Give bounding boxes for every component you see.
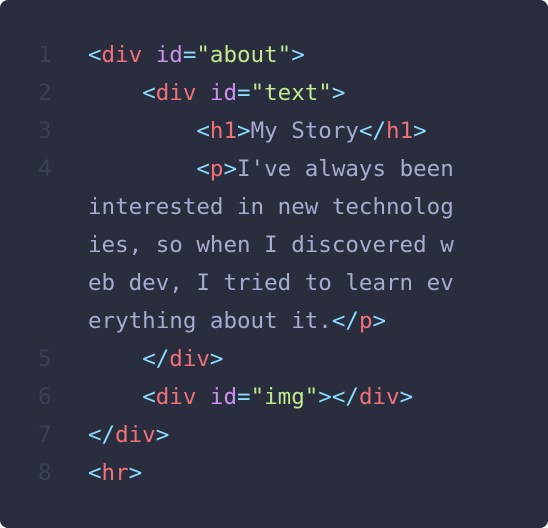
end-tag-close-bracket: > (399, 384, 414, 410)
end-tag-close-bracket: > (372, 308, 387, 334)
end-tag-name: div (169, 346, 210, 372)
attribute-name: id (209, 384, 238, 410)
code-line-5: 5 </div> (0, 340, 548, 378)
code-line-3: 3 <h1>My Story</h1> (0, 112, 548, 150)
line-content: </div> (88, 416, 548, 454)
paragraph-text-segment: erything about it. (88, 308, 332, 334)
line-content: <p>I've always been (88, 150, 548, 188)
code-line-4-wrap-3: eb dev, I tried to learn ev (0, 264, 548, 302)
code-line-4-wrap-2: ies, so when I discovered w (0, 226, 548, 264)
equals-sign: = (182, 42, 197, 68)
line-number: 1 (38, 42, 52, 68)
end-tag-open-bracket: </ (358, 118, 387, 144)
end-tag-open-bracket: </ (88, 422, 116, 448)
end-tag-close-bracket: > (413, 118, 427, 144)
attribute-value: "about" (196, 42, 292, 68)
end-tag-open-bracket: </ (331, 384, 359, 410)
end-tag-open-bracket: </ (331, 308, 359, 334)
tag-close-bracket: > (128, 460, 143, 486)
end-tag-close-bracket: > (209, 346, 224, 372)
tag-name: div (155, 80, 197, 106)
line-content: <h1>My Story</h1> (88, 112, 548, 150)
paragraph-text-segment: ies, so when I discovered w (88, 232, 454, 258)
code-line-4-wrap-4: erything about it.</p> (0, 302, 548, 340)
tag-close-bracket: > (291, 42, 305, 68)
line-number-blank (0, 226, 88, 264)
end-tag-name: p (358, 308, 373, 334)
line-number: 3 (38, 118, 52, 144)
code-line-6: 6 <div id="img"></div> (0, 378, 548, 416)
end-tag-name: div (115, 422, 156, 448)
element-text: My Story (250, 118, 359, 144)
end-tag-open-bracket: </ (142, 346, 170, 372)
line-number: 5 (38, 346, 52, 372)
line-content: </div> (88, 340, 548, 378)
line-number: 6 (38, 384, 52, 410)
code-line-7: 7 </div> (0, 416, 548, 454)
code-editor: 1 <div id="about"> 2 <div id="text"> 3 <… (0, 0, 548, 528)
line-content: <hr> (88, 454, 548, 492)
tag-close-bracket: > (223, 156, 238, 182)
end-tag-name: h1 (386, 118, 414, 144)
line-number: 4 (38, 156, 52, 182)
equals-sign: = (237, 80, 251, 106)
tag-open-bracket: < (88, 460, 102, 486)
tag-open-bracket: < (142, 80, 156, 106)
tag-open-bracket: < (142, 384, 156, 410)
attribute-name: id (155, 42, 183, 68)
code-line-8: 8 <hr> (0, 454, 548, 492)
line-number-blank (0, 264, 88, 302)
attribute-value: "img" (250, 384, 319, 410)
tag-open-bracket: < (196, 118, 210, 144)
end-tag-close-bracket: > (155, 422, 170, 448)
equals-sign: = (237, 384, 251, 410)
code-block: 1 <div id="about"> 2 <div id="text"> 3 <… (0, 36, 548, 492)
paragraph-text-segment: eb dev, I tried to learn ev (88, 270, 454, 296)
line-number: 2 (38, 80, 52, 106)
tag-open-bracket: < (88, 42, 102, 68)
paragraph-text-segment: interested in new technolog (88, 194, 454, 220)
attribute-name: id (209, 80, 238, 106)
line-content: erything about it.</p> (88, 302, 548, 340)
end-tag-name: div (358, 384, 400, 410)
tag-name: hr (101, 460, 129, 486)
code-line-2: 2 <div id="text"> (0, 74, 548, 112)
line-content: <div id="img"></div> (88, 378, 548, 416)
paragraph-text-segment: I've always been (237, 156, 454, 182)
line-content: <div id="about"> (88, 36, 548, 74)
tag-close-bracket: > (318, 384, 332, 410)
code-line-1: 1 <div id="about"> (0, 36, 548, 74)
tag-name: p (209, 156, 224, 182)
tag-name: h1 (209, 118, 238, 144)
tag-close-bracket: > (331, 80, 346, 106)
code-line-4: 4 <p>I've always been (0, 150, 548, 188)
line-content: <div id="text"> (88, 74, 548, 112)
tag-name: div (155, 384, 197, 410)
line-number: 7 (38, 422, 52, 448)
attribute-value: "text" (250, 80, 332, 106)
tag-open-bracket: < (196, 156, 210, 182)
line-number: 8 (38, 460, 52, 486)
line-number-blank (0, 302, 88, 340)
tag-close-bracket: > (237, 118, 251, 144)
tag-name: div (101, 42, 143, 68)
line-number-blank (0, 188, 88, 226)
code-line-4-wrap-1: interested in new technolog (0, 188, 548, 226)
